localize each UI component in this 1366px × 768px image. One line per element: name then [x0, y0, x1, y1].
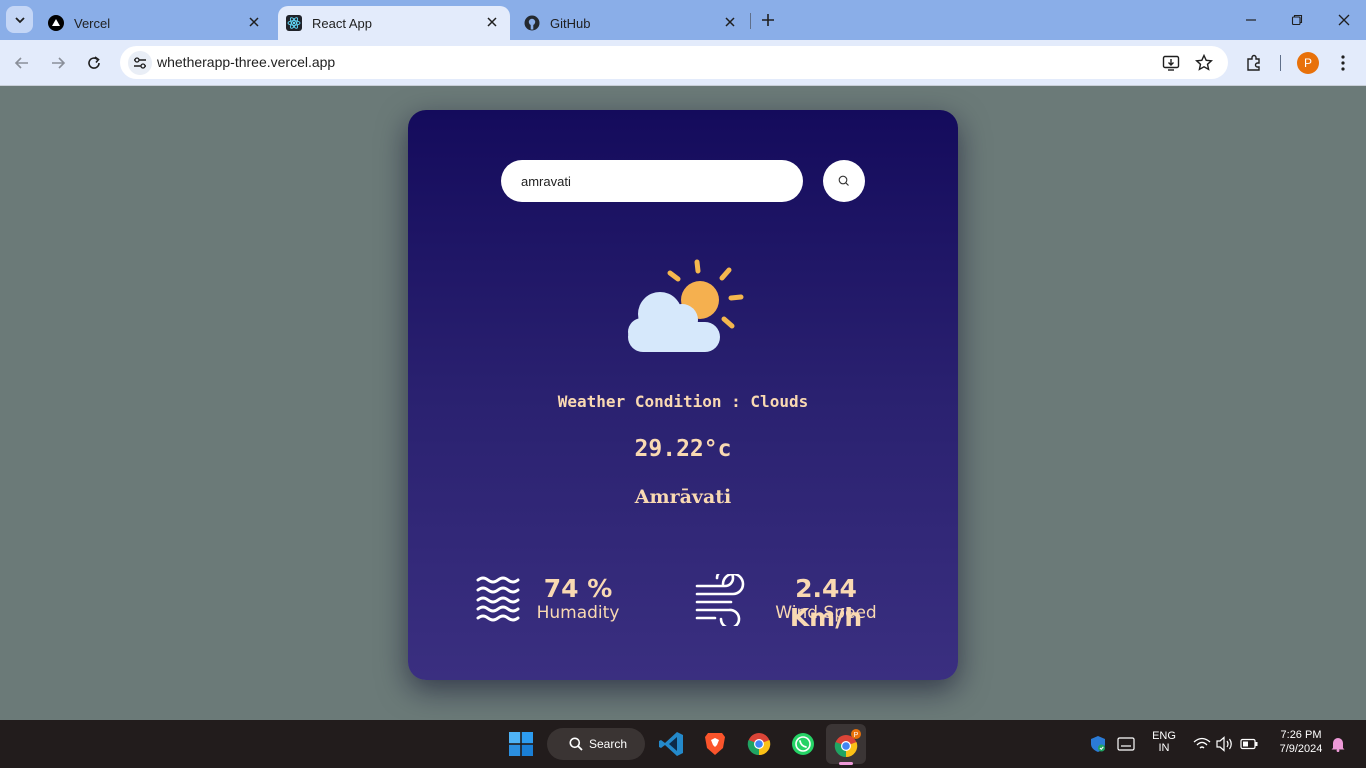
city-name: Amrāvati	[634, 486, 732, 508]
brave-icon	[705, 733, 725, 755]
waves-icon	[476, 576, 520, 622]
tab-github[interactable]: GitHub	[516, 6, 748, 40]
battery-icon	[1240, 738, 1258, 750]
chevron-down-icon	[14, 16, 25, 23]
react-icon	[286, 15, 302, 31]
taskbar-brave[interactable]	[699, 728, 731, 760]
battery-button[interactable]	[1233, 728, 1265, 760]
close-tab-icon[interactable]	[484, 14, 500, 30]
arrow-left-icon	[14, 57, 28, 69]
shield-icon	[1091, 736, 1105, 752]
arrow-right-icon	[52, 57, 66, 69]
taskbar-chrome[interactable]	[743, 728, 775, 760]
tab-divider	[750, 13, 751, 29]
bell-icon	[1331, 738, 1345, 752]
url-text[interactable]: whetherapp-three.vercel.app	[157, 54, 335, 70]
address-bar[interactable]: whetherapp-three.vercel.app	[120, 46, 1228, 79]
profile-avatar[interactable]: P	[1297, 52, 1319, 74]
start-button[interactable]	[505, 728, 537, 760]
close-tab-icon[interactable]	[722, 14, 738, 30]
taskbar-search-button[interactable]: Search	[547, 728, 645, 760]
vercel-icon	[48, 15, 64, 31]
close-tab-icon[interactable]	[246, 14, 262, 30]
wind-speed-label: Wind Speed	[775, 603, 877, 623]
tab-strip: Vercel React App GitHub	[0, 0, 1366, 40]
plus-icon	[762, 14, 774, 26]
site-info-button[interactable]	[128, 51, 152, 75]
city-search-input[interactable]	[501, 160, 803, 202]
star-icon	[1195, 54, 1213, 71]
search-button[interactable]	[823, 160, 865, 202]
language-code: ENG	[1152, 730, 1176, 742]
language-region: IN	[1158, 742, 1170, 754]
reload-button[interactable]	[82, 51, 106, 75]
touch-keyboard-button[interactable]	[1110, 728, 1142, 760]
humidity-label: Humadity	[536, 603, 620, 623]
sun-behind-cloud-icon	[628, 259, 744, 352]
windows-taskbar: Search P ENG IN 7:26 PM 7/9/2024	[0, 720, 1366, 768]
tab-title: Vercel	[74, 15, 111, 31]
github-icon	[524, 15, 540, 31]
install-app-button[interactable]	[1161, 53, 1181, 73]
tab-react-app[interactable]: React App	[278, 6, 510, 40]
vscode-icon	[659, 732, 683, 756]
keyboard-icon	[1117, 737, 1135, 751]
taskbar-vscode[interactable]	[655, 728, 687, 760]
active-app-indicator	[839, 762, 853, 765]
forward-button[interactable]	[46, 51, 70, 75]
weather-condition-text: Weather Condition : Clouds	[557, 392, 809, 411]
tab-vercel[interactable]: Vercel	[40, 6, 272, 40]
taskbar-search-label: Search	[589, 737, 628, 751]
taskbar-whatsapp[interactable]	[787, 728, 819, 760]
close-icon	[1338, 14, 1350, 26]
tune-icon	[134, 57, 146, 69]
humidity-value: 74 %	[543, 574, 613, 603]
start-icon	[509, 732, 533, 756]
restore-icon	[1291, 14, 1303, 26]
extensions-button[interactable]	[1242, 51, 1266, 75]
temperature-text: 29.22°c	[634, 436, 732, 462]
reload-icon	[88, 56, 100, 69]
search-icon	[569, 737, 583, 751]
svg-text:P: P	[854, 732, 859, 739]
back-button[interactable]	[10, 51, 34, 75]
minimize-button[interactable]	[1241, 10, 1261, 30]
browser-menu-button[interactable]	[1331, 51, 1355, 75]
browser-toolbar: whetherapp-three.vercel.app P	[0, 40, 1366, 86]
taskbar-chrome-profile[interactable]: P	[830, 728, 862, 760]
notifications-button[interactable]	[1322, 728, 1354, 760]
chrome-icon	[747, 733, 771, 756]
minimize-icon	[1246, 19, 1256, 21]
toolbar-divider	[1280, 55, 1281, 71]
speaker-icon	[1216, 736, 1232, 752]
wind-icon	[695, 574, 745, 626]
search-icon	[838, 175, 849, 186]
new-tab-button[interactable]	[758, 10, 778, 30]
language-indicator[interactable]: ENG IN	[1146, 730, 1182, 754]
whatsapp-icon	[792, 733, 814, 755]
tab-title: GitHub	[550, 15, 591, 31]
close-window-button[interactable]	[1334, 10, 1354, 30]
bookmark-button[interactable]	[1194, 53, 1214, 73]
restore-button[interactable]	[1287, 10, 1307, 30]
weather-card: Weather Condition : Clouds 29.22°c Amrāv…	[408, 110, 958, 680]
chrome-profile-icon: P	[834, 729, 861, 758]
tab-search-button[interactable]	[6, 6, 33, 33]
tab-title: React App	[312, 15, 372, 31]
puzzle-icon	[1247, 54, 1260, 71]
install-icon	[1162, 55, 1180, 71]
more-vertical-icon	[1341, 55, 1345, 71]
